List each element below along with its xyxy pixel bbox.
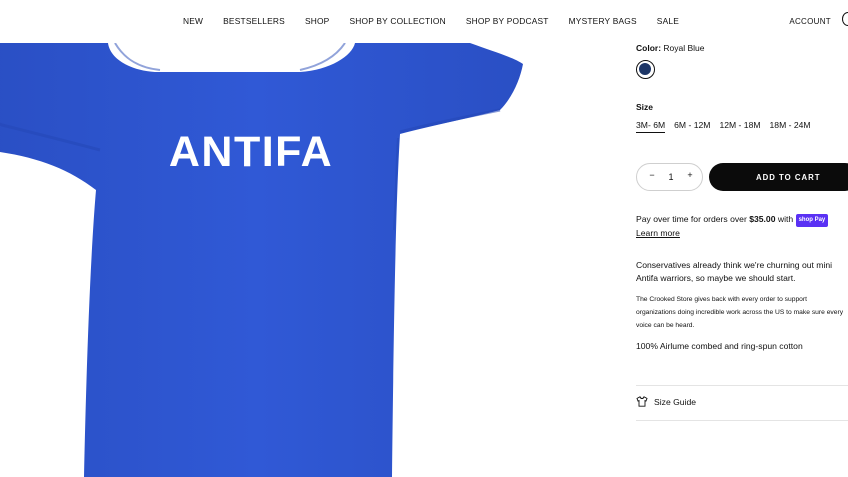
onesie-illustration: ANTIFA <box>0 43 523 477</box>
add-to-cart-label: ADD TO CART <box>756 172 821 182</box>
product-image: ANTIFA <box>0 43 560 477</box>
installments-info: Pay over time for orders over $35.00 wit… <box>636 213 848 239</box>
nav-bestsellers[interactable]: BESTSELLERS <box>223 16 285 26</box>
top-nav: NEW BESTSELLERS SHOP SHOP BY COLLECTION … <box>0 0 848 43</box>
divider <box>636 420 848 421</box>
shop-pay-badge: shop Pay <box>795 214 829 227</box>
learn-more-link[interactable]: Learn more <box>636 227 848 240</box>
description-paragraph-3: 100% Airlume combed and ring-spun cotton <box>636 341 803 351</box>
quantity-decrease-button[interactable]: − <box>647 170 657 180</box>
nav-links: NEW BESTSELLERS SHOP SHOP BY COLLECTION … <box>183 16 699 26</box>
installments-text: Pay over time for orders over <box>636 214 747 224</box>
product-details-panel: Color: Royal Blue Size 3M- 6M 6M - 12M 1… <box>636 0 848 477</box>
nav-shop[interactable]: SHOP <box>305 16 330 26</box>
size-option-6m-12m[interactable]: 6M - 12M <box>674 120 710 133</box>
quantity-increase-button[interactable]: + <box>685 170 695 180</box>
size-option-18m-24m[interactable]: 18M - 24M <box>770 120 811 133</box>
swatch-dot <box>639 63 652 76</box>
shirt-print-text: ANTIFA <box>169 128 333 176</box>
color-swatch-royal-blue[interactable] <box>636 60 655 79</box>
nav-shop-by-collection[interactable]: SHOP BY COLLECTION <box>349 16 445 26</box>
divider <box>636 385 848 386</box>
size-option-12m-18m[interactable]: 12M - 18M <box>719 120 760 133</box>
nav-shop-by-podcast[interactable]: SHOP BY PODCAST <box>466 16 549 26</box>
color-label: Color: Royal Blue <box>636 43 705 53</box>
color-label-key: Color: <box>636 43 662 53</box>
color-value: Royal Blue <box>663 43 705 53</box>
cart-icon[interactable] <box>842 12 848 26</box>
size-title: Size <box>636 102 654 112</box>
nav-mystery-bags[interactable]: MYSTERY BAGS <box>569 16 637 26</box>
nav-new[interactable]: NEW <box>183 16 203 26</box>
size-options: 3M- 6M 6M - 12M 12M - 18M 18M - 24M <box>636 120 820 133</box>
add-to-cart-button[interactable]: ADD TO CART <box>709 163 848 191</box>
quantity-stepper: − 1 + <box>636 163 703 191</box>
shirt-icon <box>636 396 648 407</box>
quantity-value[interactable]: 1 <box>665 172 677 182</box>
size-guide-label: Size Guide <box>654 396 697 407</box>
size-guide-button[interactable]: Size Guide <box>636 396 696 407</box>
account-link[interactable]: ACCOUNT <box>789 17 831 26</box>
size-option-3m-6m[interactable]: 3M- 6M <box>636 120 666 133</box>
installments-with: with <box>777 214 794 224</box>
nav-sale[interactable]: SALE <box>657 16 679 26</box>
description-paragraph-1: Conservatives already think we're churni… <box>636 260 833 283</box>
description-paragraph-2: The Crooked Store gives back with every … <box>636 296 844 329</box>
installments-amount: $35.00 <box>749 214 776 224</box>
